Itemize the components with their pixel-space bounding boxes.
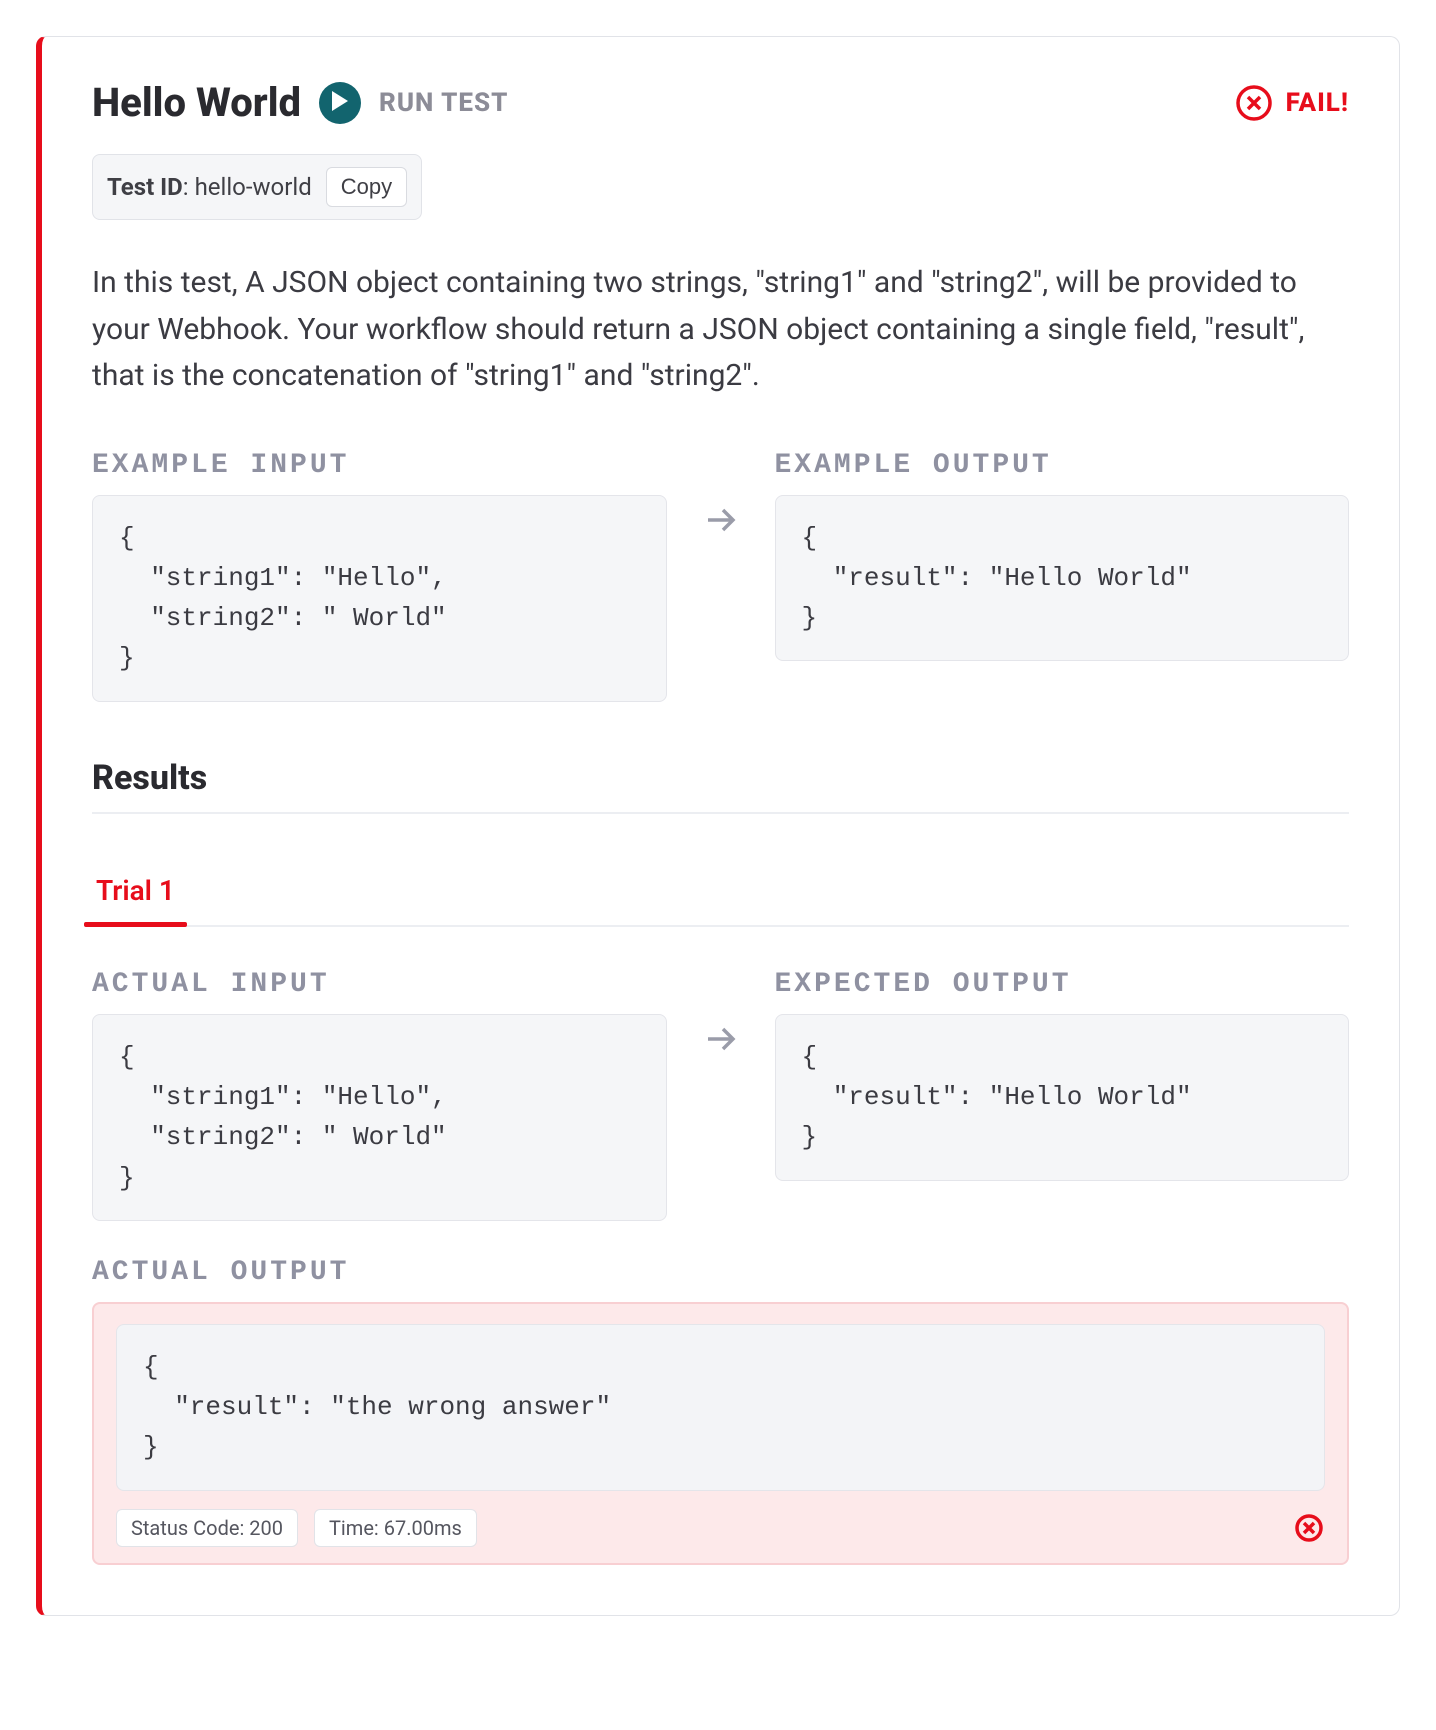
run-test-button[interactable] [319, 82, 361, 124]
tab-trial-1[interactable]: Trial 1 [92, 862, 179, 925]
trial-io-row: ACTUAL INPUT { "string1": "Hello", "stri… [92, 969, 1349, 1221]
fail-icon [1293, 1512, 1325, 1544]
actual-input-label: ACTUAL INPUT [92, 969, 667, 1000]
example-input-code: { "string1": "Hello", "string2": " World… [92, 495, 667, 702]
copy-button[interactable]: Copy [326, 167, 407, 207]
actual-output-code: { "result": "the wrong answer" } [116, 1324, 1325, 1491]
actual-output-label: ACTUAL OUTPUT [92, 1257, 1349, 1288]
test-card: Hello World RUN TEST FAIL! [36, 36, 1400, 1616]
example-output-code: { "result": "Hello World" } [775, 495, 1350, 662]
time-chip: Time: 67.00ms [314, 1509, 477, 1547]
arrow-icon [691, 450, 751, 535]
results-heading: Results [92, 758, 1349, 814]
fail-icon [1234, 83, 1274, 123]
test-title: Hello World [92, 79, 301, 126]
results-tabs: Trial 1 [92, 862, 1349, 927]
test-id-chip: Test ID: hello-world Copy [92, 154, 422, 220]
example-output-label: EXAMPLE OUTPUT [775, 450, 1350, 481]
actual-input-code: { "string1": "Hello", "string2": " World… [92, 1014, 667, 1221]
trial-meta-row: Status Code: 200 Time: 67.00ms [116, 1509, 1325, 1547]
example-io-row: EXAMPLE INPUT { "string1": "Hello", "str… [92, 450, 1349, 702]
expected-output-code: { "result": "Hello World" } [775, 1014, 1350, 1181]
actual-output-fail-box: { "result": "the wrong answer" } Status … [92, 1302, 1349, 1565]
test-id-text: Test ID: hello-world [107, 173, 312, 201]
play-icon [330, 90, 350, 116]
example-input-label: EXAMPLE INPUT [92, 450, 667, 481]
header-row: Hello World RUN TEST FAIL! [92, 79, 1349, 126]
run-test-label[interactable]: RUN TEST [379, 88, 508, 118]
status-label: FAIL! [1286, 88, 1349, 118]
expected-output-label: EXPECTED OUTPUT [775, 969, 1350, 1000]
arrow-icon [691, 969, 751, 1054]
test-description: In this test, A JSON object containing t… [92, 260, 1332, 400]
status-code-chip: Status Code: 200 [116, 1509, 298, 1547]
status-badge: FAIL! [1234, 83, 1349, 123]
